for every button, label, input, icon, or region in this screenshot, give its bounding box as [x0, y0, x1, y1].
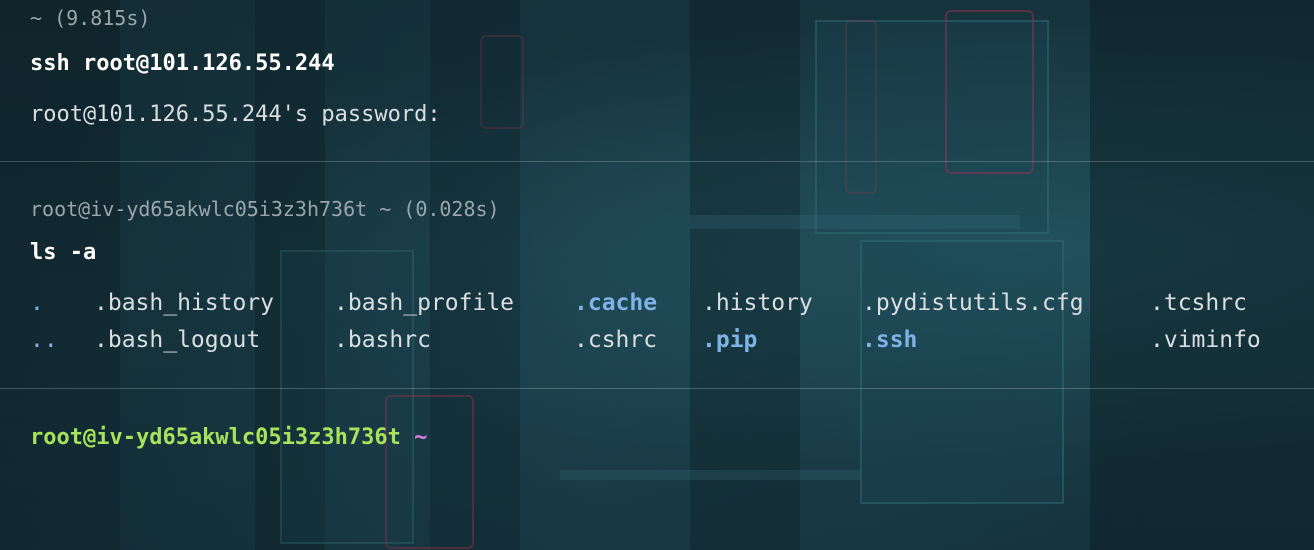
ls-entry-dir: .pip [702, 327, 758, 353]
block-header: root@iv-yd65akwlc05i3z3h736t ~ (0.028s) [30, 197, 500, 221]
block-divider [0, 161, 1314, 162]
ls-entry: .tcshrc [1150, 290, 1247, 316]
ls-entry-dir: .cache [574, 290, 658, 316]
active-prompt[interactable]: root@iv-yd65akwlc05i3z3h736t ~ [30, 427, 427, 449]
block-command: ls -a [30, 240, 97, 265]
ls-entry: .history [702, 290, 813, 316]
ls-entry: .viminfo [1150, 327, 1261, 353]
block-command: ssh root@101.126.55.244 [30, 51, 335, 76]
block-header: ~ (9.815s) [30, 6, 151, 30]
ls-entry: .bash_history [94, 290, 275, 316]
ls-entry-dir: .ssh [862, 327, 918, 353]
prompt-host: root@iv-yd65akwlc05i3z3h736t [30, 425, 401, 450]
ls-entry: .bash_profile [334, 290, 515, 316]
ls-entry: . [30, 290, 44, 316]
ls-entry: .pydistutils.cfg [862, 290, 1084, 316]
ls-entry: .bashrc [334, 327, 431, 353]
block-output: root@101.126.55.244's password: [30, 102, 441, 127]
terminal-window[interactable]: ~ (9.815s) ssh root@101.126.55.244 root@… [0, 0, 1314, 550]
block-divider [0, 388, 1314, 389]
prompt-cwd: ~ [414, 425, 428, 450]
ls-entry: .cshrc [574, 327, 658, 353]
ls-entry: .bash_logout [94, 327, 261, 353]
ls-entry: .. [30, 327, 58, 353]
